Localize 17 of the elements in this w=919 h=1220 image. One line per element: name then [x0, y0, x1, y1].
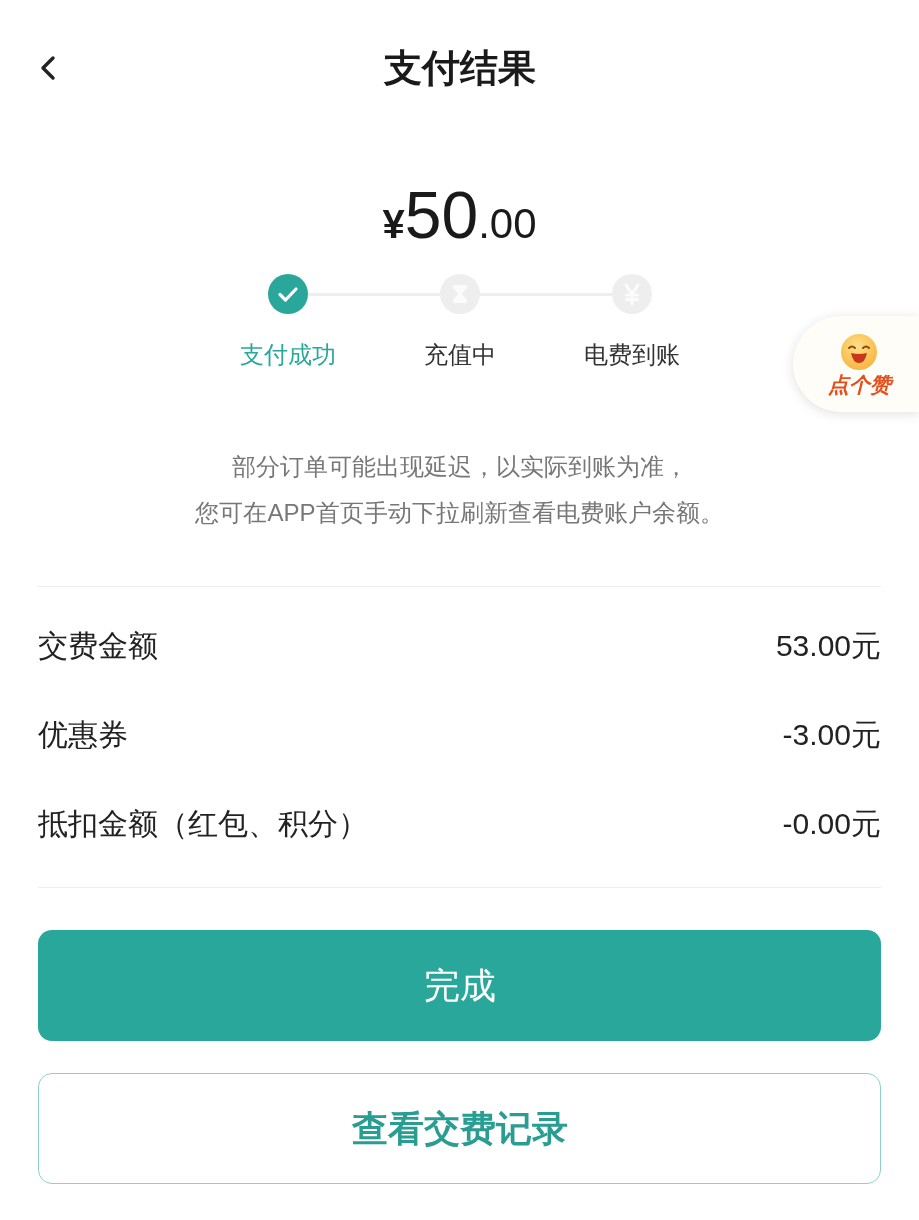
step-label: 充值中	[422, 340, 497, 370]
smiling-face-icon	[841, 333, 877, 370]
step-label: 支付成功	[238, 340, 337, 370]
detail-value: 53.00元	[775, 628, 881, 664]
detail-value: -0.00元	[782, 806, 881, 842]
page-title: 支付结果	[383, 49, 536, 87]
detail-label: 抵扣金额（红包、积分）	[38, 806, 368, 842]
notice-text: 部分订单可能出现延迟，以实际到账为准， 您可在APP首页手动下拉刷新查看电费账户余额。	[194, 452, 725, 528]
back-chevron-icon	[40, 55, 56, 81]
detail-label: 交费金额	[38, 628, 158, 664]
done-button[interactable]: 完成	[38, 930, 881, 1041]
like-badge[interactable]: 点个赞	[793, 316, 919, 412]
detail-label: 优惠券	[38, 717, 128, 753]
step-label: 电费到账	[582, 340, 681, 370]
payment-amount: ¥50.00	[382, 182, 537, 248]
view-records-button[interactable]: 查看交费记录	[38, 1073, 881, 1184]
detail-value: -3.00元	[782, 717, 881, 753]
